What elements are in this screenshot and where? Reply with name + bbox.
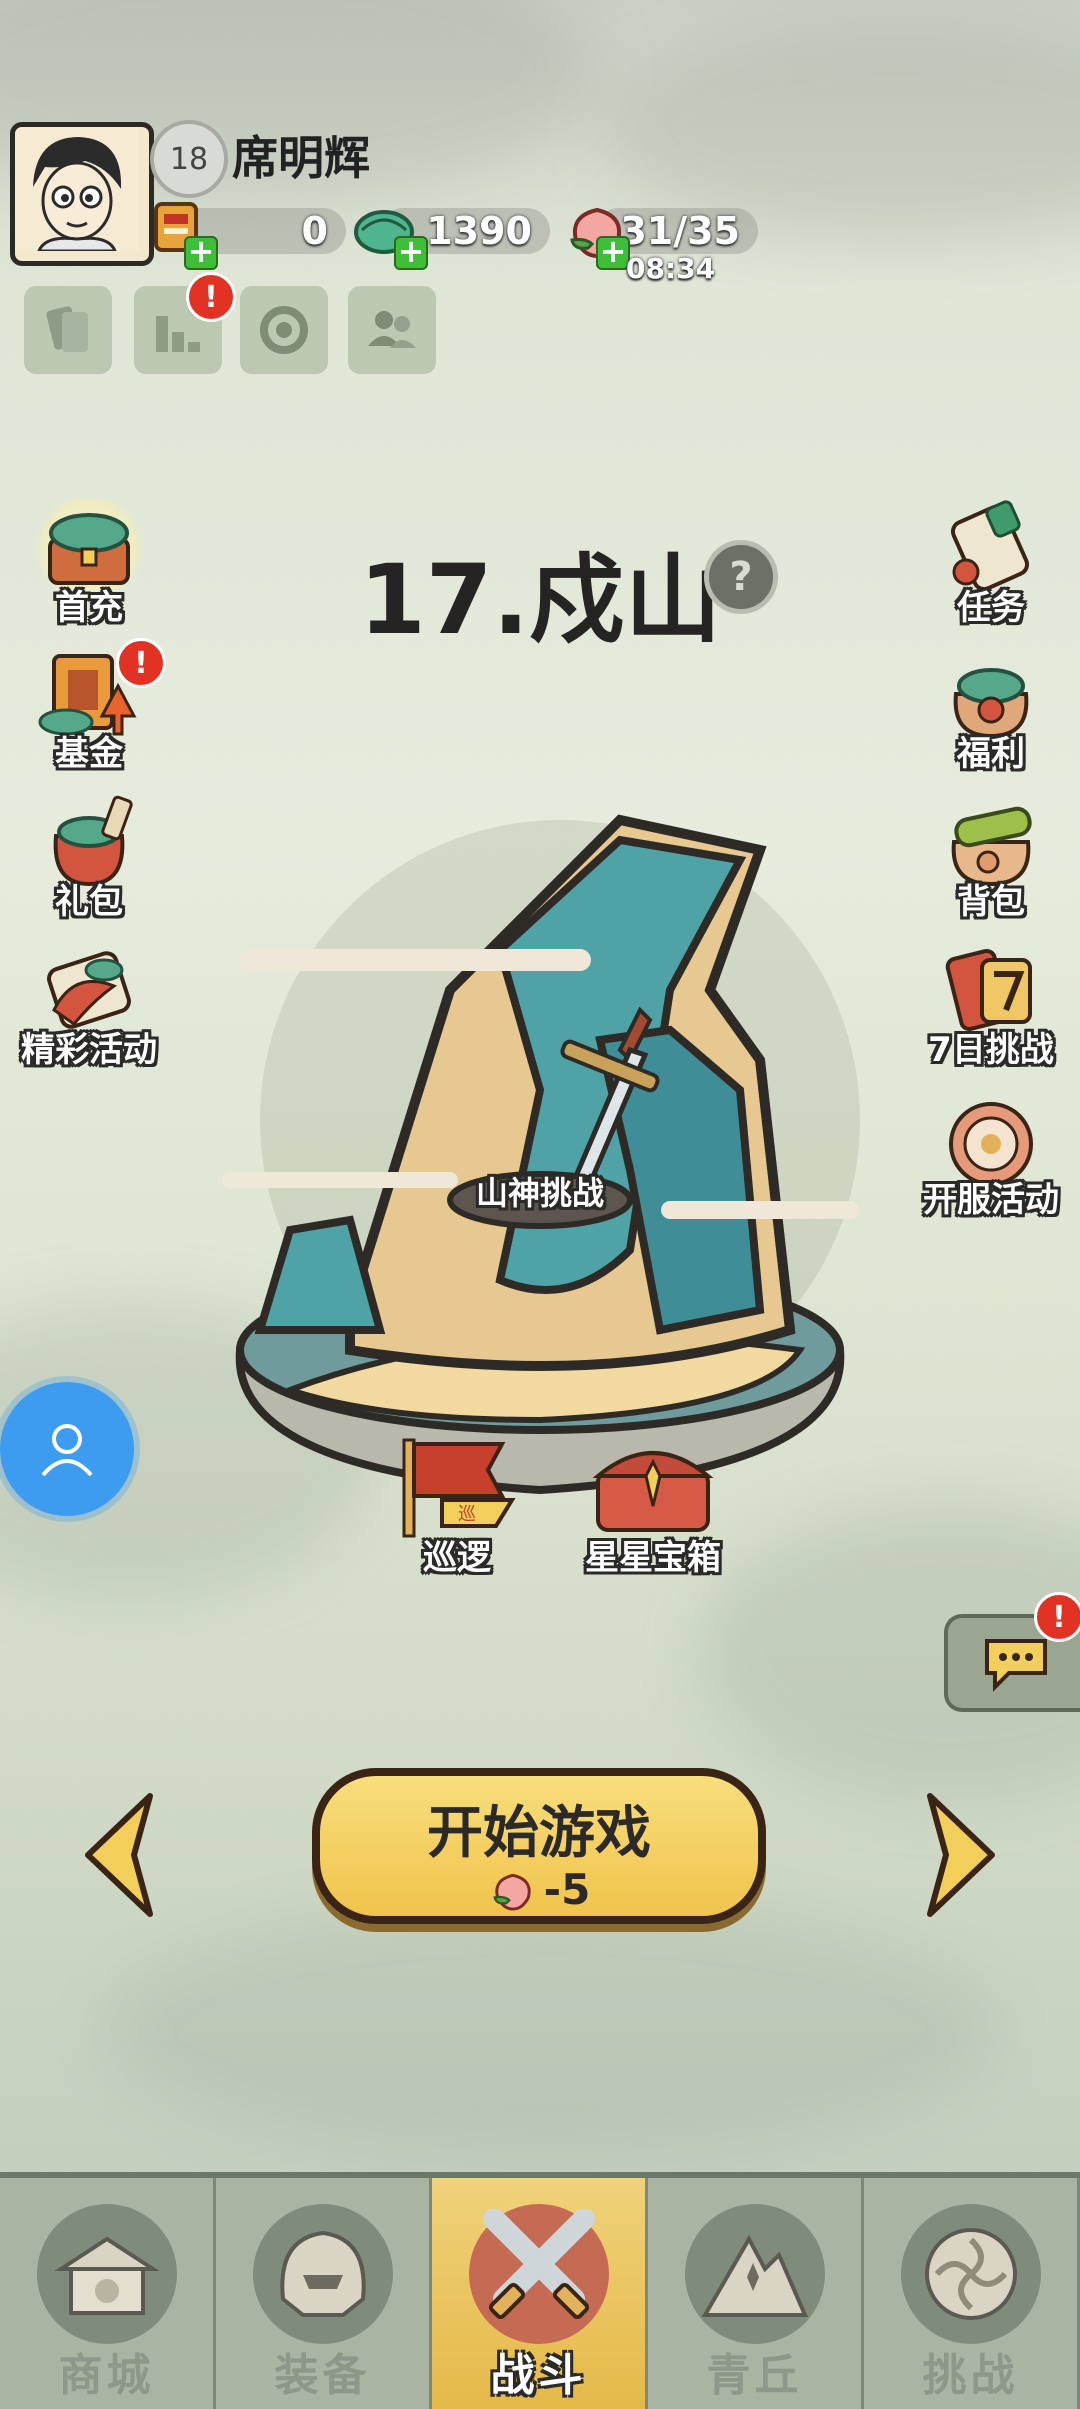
tab-battle-label: 战斗 bbox=[490, 2350, 587, 2401]
events-button[interactable]: 精彩活动 bbox=[14, 940, 164, 1071]
level-title-text: 17.戍山 bbox=[358, 544, 722, 656]
chat-bubble-icon bbox=[985, 1639, 1047, 1692]
mountain-god-challenge-label: 山神挑战 bbox=[475, 1174, 604, 1212]
add-jade-button[interactable]: + bbox=[394, 235, 428, 270]
player-portrait-icon bbox=[15, 127, 139, 253]
tab-qingqiu-label: 青丘 bbox=[706, 2350, 803, 2401]
player-level-badge: 18 bbox=[150, 120, 228, 198]
patrol-flag-icon: 巡 bbox=[402, 1438, 516, 1538]
player-avatar[interactable] bbox=[10, 122, 154, 266]
player-level: 18 bbox=[169, 141, 209, 177]
tab-qingqiu[interactable]: 青丘 bbox=[648, 2178, 864, 2409]
customer-service-button[interactable] bbox=[0, 1382, 134, 1516]
previous-level-button[interactable] bbox=[80, 1790, 160, 1924]
chevron-right-icon bbox=[927, 1793, 995, 1917]
star-chest-label: 星星宝箱 bbox=[585, 1538, 721, 1578]
welfare-button[interactable]: 福利 bbox=[916, 644, 1066, 775]
cards-icon bbox=[46, 306, 88, 352]
friends-button[interactable] bbox=[348, 286, 436, 374]
bottom-nav: 商城 装备 战斗 青丘 挑战 bbox=[0, 2172, 1080, 2409]
chevron-left-icon bbox=[85, 1793, 153, 1917]
cards-button[interactable] bbox=[24, 286, 112, 374]
helmet-icon bbox=[252, 2204, 393, 2344]
mountain-peak-icon bbox=[684, 2204, 825, 2344]
star-chest-button[interactable]: 星星宝箱 bbox=[578, 1436, 728, 1579]
tab-battle[interactable]: 战斗 bbox=[432, 2178, 648, 2409]
stamina-timer: 08:34 bbox=[626, 252, 716, 285]
backpack-button[interactable]: 背包 bbox=[916, 792, 1066, 923]
tab-challenge[interactable]: 挑战 bbox=[864, 2178, 1080, 2409]
tab-challenge-label: 挑战 bbox=[922, 2350, 1019, 2401]
patrol-button[interactable]: 巡 巡逻 bbox=[382, 1430, 532, 1579]
user-icon bbox=[41, 1424, 93, 1477]
friends-icon bbox=[368, 311, 416, 348]
star-chest-icon bbox=[592, 1451, 714, 1532]
coins-value: 0 bbox=[301, 209, 328, 253]
gear-icon bbox=[260, 306, 308, 354]
shop-icon bbox=[36, 2204, 177, 2344]
add-stamina-button[interactable]: + bbox=[596, 235, 630, 270]
tab-shop-label: 商城 bbox=[58, 2350, 155, 2401]
task-button[interactable]: 任务 bbox=[916, 498, 1066, 629]
first-recharge-button[interactable]: 首充 bbox=[14, 498, 164, 629]
level-help-button[interactable]: ? bbox=[704, 540, 778, 614]
tab-shop[interactable]: 商城 bbox=[0, 2178, 216, 2409]
ranking-alert-badge: ! bbox=[186, 272, 236, 322]
peach-icon bbox=[493, 1873, 531, 1911]
crossed-swords-icon bbox=[468, 2204, 609, 2344]
next-level-button[interactable] bbox=[920, 1790, 1000, 1924]
add-coins-button[interactable]: + bbox=[184, 235, 218, 270]
start-game-cost: -5 bbox=[543, 1865, 591, 1914]
chat-alert-badge: ! bbox=[1034, 1592, 1080, 1642]
start-game-label: 开始游戏 bbox=[427, 1801, 651, 1866]
player-name: 席明辉 bbox=[232, 131, 370, 185]
fund-alert-badge: ! bbox=[116, 638, 166, 688]
jade-value: 1390 bbox=[426, 209, 532, 253]
help-icon: ? bbox=[729, 554, 753, 600]
svg-text:巡: 巡 bbox=[458, 1504, 476, 1524]
gift-pack-button[interactable]: 礼包 bbox=[14, 792, 164, 923]
events-label: 精彩活动 bbox=[21, 1030, 157, 1070]
challenge-orb-icon bbox=[900, 2204, 1041, 2344]
stamina-value: 31/35 bbox=[620, 209, 740, 253]
tab-equipment-label: 装备 bbox=[274, 2350, 371, 2401]
mountain-god-challenge[interactable]: 山神挑战 bbox=[0, 1168, 1080, 1214]
settings-button[interactable] bbox=[240, 286, 328, 374]
tab-equipment[interactable]: 装备 bbox=[216, 2178, 432, 2409]
start-game-button[interactable]: 开始游戏 -5 bbox=[312, 1768, 766, 1924]
seven-day-challenge-label: 7日挑战 bbox=[928, 1030, 1054, 1070]
seven-day-challenge-button[interactable]: 7日挑战 bbox=[916, 940, 1066, 1071]
